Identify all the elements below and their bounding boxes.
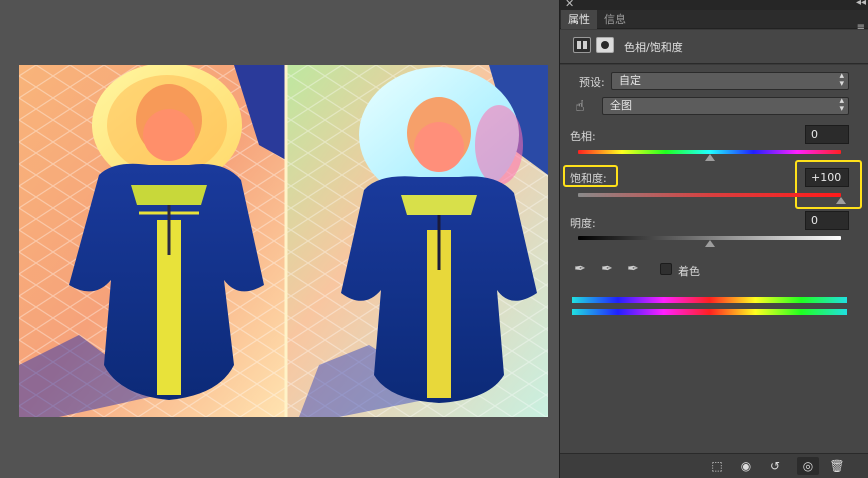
adjustment-title: 色相/饱和度 (624, 41, 683, 54)
close-icon[interactable]: ✕ (565, 0, 574, 10)
eyedropper-icon[interactable]: ✒ (571, 260, 589, 278)
select-arrows-icon: ▴ ▾ (839, 71, 844, 89)
layer-mask-icon[interactable] (596, 37, 614, 53)
select-arrows-icon: ▴ ▾ (839, 96, 844, 114)
visibility-eye-icon[interactable]: ◎ (797, 457, 819, 475)
panel-tabs: 属性 信息 ≡ (560, 10, 868, 33)
panel-top-bar: ✕ ◂◂ (560, 0, 868, 10)
reset-icon[interactable]: ↺ (764, 457, 786, 475)
adjustment-header: 色相/饱和度 (560, 30, 868, 64)
colorize-checkbox[interactable] (660, 263, 672, 275)
input-color-spectrum (572, 297, 847, 303)
colorize-label: 着色 (678, 265, 700, 278)
photo-image (19, 65, 548, 417)
hand-tool-icon[interactable]: ☝ (571, 97, 589, 115)
trash-icon[interactable]: 🗑 (826, 457, 848, 475)
hue-slider-thumb[interactable] (705, 154, 715, 161)
output-color-spectrum (572, 309, 847, 315)
preset-label: 预设: (579, 76, 605, 89)
channel-value: 全图 (610, 99, 632, 112)
clip-to-layer-icon[interactable]: ⬚ (706, 457, 728, 475)
properties-panel: ✕ ◂◂ 属性 信息 ≡ 色相/饱和度 预设: 自定 ▴ ▾ ☝ 全图 ▴ ▾ 色相… (559, 0, 868, 478)
collapse-icon[interactable]: ◂◂ (856, 0, 866, 8)
saturation-slider-track[interactable] (578, 193, 841, 197)
eyedropper-add-icon[interactable]: ✒ (598, 260, 616, 278)
lightness-value-field[interactable]: 0 (805, 211, 849, 230)
adjustment-controls: 预设: 自定 ▴ ▾ ☝ 全图 ▴ ▾ 色相: 0 饱和度: +100 明度: 0 … (560, 65, 868, 453)
view-previous-state-icon[interactable]: ◉ (735, 457, 757, 475)
preset-value: 自定 (619, 74, 641, 87)
hue-label: 色相: (570, 130, 596, 143)
preset-select[interactable]: 自定 ▴ ▾ (611, 72, 849, 90)
channel-select[interactable]: 全图 ▴ ▾ (602, 97, 849, 115)
eyedropper-subtract-icon[interactable]: ✒ (624, 260, 642, 278)
lightness-slider-thumb[interactable] (705, 240, 715, 247)
tab-info[interactable]: 信息 (597, 10, 633, 29)
hue-value-field[interactable]: 0 (805, 125, 849, 144)
saturation-value-field[interactable]: +100 (805, 168, 849, 187)
document-canvas[interactable] (0, 0, 559, 478)
tab-properties[interactable]: 属性 (561, 10, 597, 29)
lightness-label: 明度: (570, 217, 596, 230)
photo-illustration (19, 65, 548, 417)
saturation-slider-thumb[interactable] (836, 197, 846, 204)
panel-bottom-bar: ⬚ ◉ ↺ ◎ 🗑 (560, 453, 868, 478)
adjustment-layer-icon[interactable] (573, 37, 591, 53)
saturation-label: 饱和度: (570, 172, 607, 185)
